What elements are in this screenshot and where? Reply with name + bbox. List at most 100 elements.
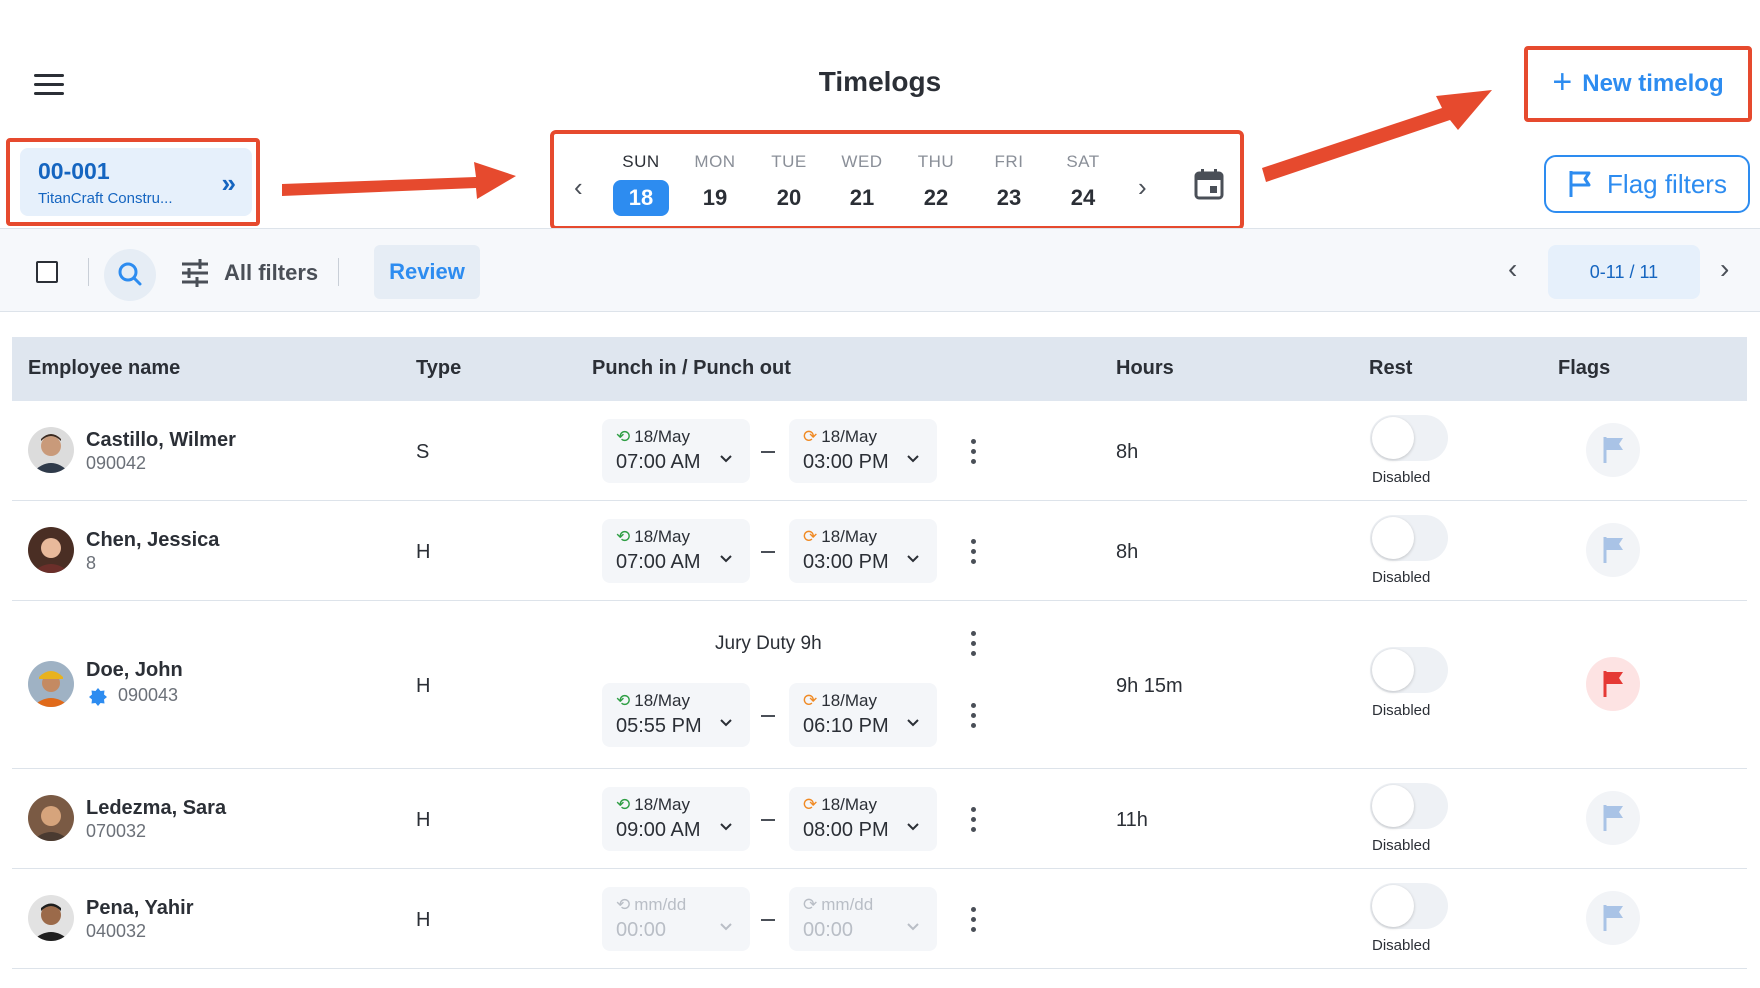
rest-toggle[interactable] <box>1370 515 1448 561</box>
more-options-icon[interactable] <box>968 807 978 833</box>
table-row[interactable]: Chen, Jessica 8 H ⟲ 18/May 07:00 AM ⟳ 18/M… <box>12 501 1747 601</box>
punch-in-field[interactable]: ⟲ 18/May 07:00 AM <box>602 419 750 483</box>
sliders-icon <box>182 259 208 287</box>
day-wed[interactable]: WED 21 <box>834 152 890 216</box>
new-timelog-label: New timelog <box>1582 70 1724 97</box>
day-sat[interactable]: SAT 24 <box>1055 152 1111 216</box>
punch-in-field[interactable]: ⟲ 18/May 05:55 PM <box>602 683 750 747</box>
rest-toggle[interactable] <box>1370 783 1448 829</box>
col-rest: Rest <box>1369 357 1413 379</box>
chevron-down-icon <box>720 923 732 931</box>
employee-type: H <box>416 675 431 697</box>
new-timelog-button[interactable]: + New timelog <box>1524 46 1752 122</box>
punch-out-icon: ⟳ <box>803 691 818 710</box>
arrow-right-annotation <box>282 162 516 199</box>
chevron-down-icon <box>907 455 919 463</box>
employee-id: 090043 <box>118 685 179 705</box>
employee-name: Pena, Yahir <box>86 897 194 919</box>
punch-out-field[interactable]: ⟳ 18/May 08:00 PM <box>789 787 937 851</box>
flag-filters-label: Flag filters <box>1607 168 1727 199</box>
col-hours[interactable]: Hours <box>1116 357 1174 380</box>
week-prev-icon[interactable]: ‹ <box>574 172 583 203</box>
dash-separator <box>761 819 775 821</box>
flag-button[interactable] <box>1586 423 1640 477</box>
flag-icon <box>1603 905 1623 931</box>
page-next-icon[interactable]: › <box>1720 253 1729 285</box>
day-mon[interactable]: MON 19 <box>687 152 743 216</box>
chevron-down-icon <box>720 555 732 563</box>
arrow-up-right-annotation <box>1262 90 1492 182</box>
rest-status: Disabled <box>1372 702 1431 719</box>
employee-name: Chen, Jessica <box>86 529 220 551</box>
punch-in-icon: ⟲ <box>616 795 631 814</box>
more-options-icon[interactable] <box>968 907 978 933</box>
rest-status: Disabled <box>1372 569 1431 586</box>
employee-name: Doe, John <box>86 659 183 681</box>
punch-out-field[interactable]: ⟳ 18/May 06:10 PM <box>789 683 937 747</box>
page-prev-icon[interactable]: ‹ <box>1508 253 1517 285</box>
punch-in-icon: ⟲ <box>616 895 631 914</box>
employee-type: H <box>416 809 431 831</box>
flag-button[interactable] <box>1586 523 1640 577</box>
employee-id: 8 <box>86 553 97 573</box>
more-options-icon[interactable] <box>968 539 978 565</box>
week-next-icon[interactable]: › <box>1138 172 1147 203</box>
punch-out-icon: ⟳ <box>803 527 818 546</box>
review-button[interactable]: Review <box>374 245 480 299</box>
project-name: TitanCraft Constru... <box>38 190 173 207</box>
employee-name: Ledezma, Sara <box>86 797 227 819</box>
flag-filters-button[interactable]: Flag filters <box>1544 155 1750 213</box>
punch-in-icon: ⟲ <box>616 691 631 710</box>
rest-status: Disabled <box>1372 837 1431 854</box>
flag-button[interactable] <box>1586 657 1640 711</box>
punch-in-field[interactable]: ⟲ 18/May 09:00 AM <box>602 787 750 851</box>
day-tue[interactable]: TUE 20 <box>761 152 817 216</box>
calendar-icon[interactable] <box>1194 168 1224 200</box>
rest-status: Disabled <box>1372 469 1431 486</box>
flag-button[interactable] <box>1586 791 1640 845</box>
double-chevron-right-icon: » <box>221 168 236 198</box>
employee-type: H <box>416 909 431 931</box>
flag-button[interactable] <box>1586 891 1640 945</box>
plus-icon: + <box>1552 63 1573 101</box>
avatar <box>28 427 74 473</box>
col-employee-name[interactable]: Employee name <box>28 357 180 380</box>
employee-id: 040032 <box>86 921 147 941</box>
search-icon <box>118 262 142 286</box>
punch-out-field[interactable]: ⟳ mm/dd 00:00 <box>789 887 937 951</box>
more-options-icon[interactable] <box>968 631 978 657</box>
chevron-down-icon <box>720 455 732 463</box>
table-row[interactable]: Castillo, Wilmer 090042 S ⟲ 18/May 07:00 … <box>12 401 1747 501</box>
badge-icon <box>89 688 107 706</box>
all-filters-label: All filters <box>224 260 319 285</box>
rest-toggle[interactable] <box>1370 415 1448 461</box>
employee-type: S <box>416 441 430 463</box>
col-type[interactable]: Type <box>416 357 461 380</box>
day-thu[interactable]: THU 22 <box>908 152 964 216</box>
more-options-icon[interactable] <box>968 703 978 729</box>
table-row[interactable]: Doe, John 090043 H Jury Duty 9h ⟲ 18/May … <box>12 601 1747 769</box>
dash-separator <box>761 919 775 921</box>
table-header: Employee name Type Punch in / Punch out … <box>12 337 1747 401</box>
table-row[interactable]: Ledezma, Sara 070032 H ⟲ 18/May 09:00 AM … <box>12 769 1747 869</box>
punch-in-field[interactable]: ⟲ 18/May 07:00 AM <box>602 519 750 583</box>
flag-icon <box>1603 805 1623 831</box>
punch-out-field[interactable]: ⟳ 18/May 03:00 PM <box>789 519 937 583</box>
punch-in-field[interactable]: ⟲ mm/dd 00:00 <box>602 887 750 951</box>
rest-status: Disabled <box>1372 937 1431 954</box>
more-options-icon[interactable] <box>968 439 978 465</box>
select-all-checkbox[interactable] <box>36 261 58 283</box>
day-fri[interactable]: FRI 23 <box>981 152 1037 216</box>
punch-out-field[interactable]: ⟳ 18/May 03:00 PM <box>789 419 937 483</box>
punch-out-icon: ⟳ <box>803 895 818 914</box>
all-filters-button[interactable]: All filters <box>180 253 318 293</box>
hours-value: 8h <box>1116 541 1139 563</box>
project-selector[interactable]: 00-001 TitanCraft Constru... » <box>20 148 252 216</box>
day-sun[interactable]: SUN 18 <box>613 152 669 216</box>
chevron-down-icon <box>720 719 732 727</box>
rest-toggle[interactable] <box>1370 883 1448 929</box>
punch-out-icon: ⟳ <box>803 427 818 446</box>
rest-toggle[interactable] <box>1370 647 1448 693</box>
table-row[interactable]: Pena, Yahir 040032 H ⟲ mm/dd 00:00 ⟳ mm/dd… <box>12 869 1747 969</box>
search-button[interactable] <box>104 249 156 301</box>
